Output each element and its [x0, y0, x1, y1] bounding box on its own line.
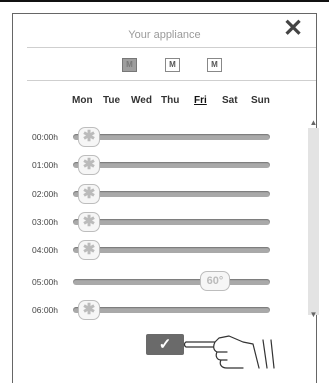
slider-handle[interactable]: ✱ — [78, 300, 100, 320]
mode-icon[interactable]: M — [207, 58, 222, 72]
temperature-slider[interactable] — [73, 191, 270, 197]
temperature-slider[interactable] — [73, 134, 270, 140]
day-tab-wed[interactable]: Wed — [131, 95, 152, 106]
time-label: 05:00h — [32, 277, 58, 287]
time-label: 00:00h — [32, 132, 58, 142]
scrollbar[interactable] — [308, 128, 319, 315]
day-tab-sat[interactable]: Sat — [222, 95, 238, 106]
time-label: 02:00h — [32, 189, 58, 199]
mode-icon[interactable]: M — [122, 58, 137, 72]
day-tab-fri[interactable]: Fri — [194, 95, 207, 106]
mode-icon[interactable]: M — [165, 58, 180, 72]
divider — [27, 80, 316, 81]
day-tab-mon[interactable]: Mon — [72, 95, 93, 106]
divider — [27, 47, 316, 48]
slider-handle[interactable]: ✱ — [78, 212, 100, 232]
close-icon[interactable]: ✕ — [283, 17, 303, 41]
slider-handle[interactable]: ✱ — [78, 127, 100, 147]
slider-handle[interactable]: ✱ — [78, 155, 100, 175]
temperature-slider[interactable] — [73, 307, 270, 313]
panel-title: Your appliance — [128, 29, 201, 41]
time-label: 04:00h — [32, 245, 58, 255]
confirm-button[interactable]: ✓ — [146, 334, 184, 355]
time-label: 01:00h — [32, 160, 58, 170]
time-label: 03:00h — [32, 217, 58, 227]
scroll-up-icon[interactable]: ▲ — [308, 118, 319, 127]
slider-handle[interactable]: ✱ — [78, 184, 100, 204]
scroll-down-icon[interactable]: ▼ — [308, 310, 319, 319]
day-tab-sun[interactable]: Sun — [251, 95, 270, 106]
temperature-slider[interactable] — [73, 219, 270, 225]
checkmark-icon: ✓ — [158, 336, 172, 353]
temperature-slider[interactable] — [73, 279, 270, 285]
slider-handle[interactable]: 60° — [200, 271, 230, 291]
temperature-slider[interactable] — [73, 247, 270, 253]
temperature-slider[interactable] — [73, 162, 270, 168]
hand-pointer-icon — [183, 335, 275, 369]
time-label: 06:00h — [32, 305, 58, 315]
day-tab-tue[interactable]: Tue — [103, 95, 120, 106]
slider-handle[interactable]: ✱ — [78, 240, 100, 260]
day-tab-thu[interactable]: Thu — [161, 95, 179, 106]
top-border — [0, 0, 329, 2]
